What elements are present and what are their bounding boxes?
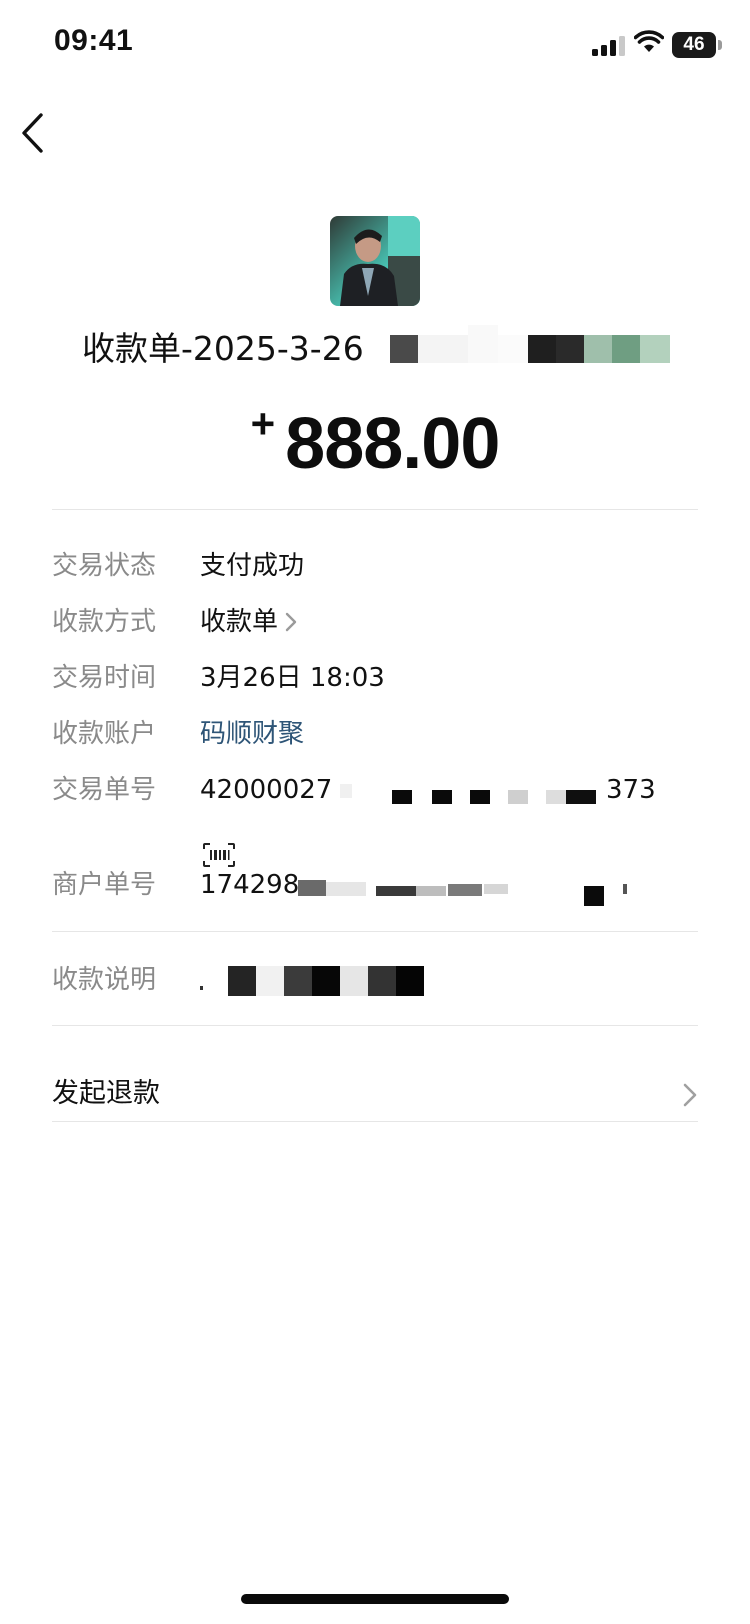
chevron-right-icon xyxy=(683,1083,697,1107)
divider xyxy=(52,931,698,932)
divider xyxy=(52,1025,698,1026)
txn-redaction xyxy=(340,780,610,810)
home-indicator[interactable] xyxy=(241,1594,509,1604)
status-value: 支付成功 xyxy=(200,551,305,581)
status-bar: 09:41 46 xyxy=(0,0,750,90)
amount: +888.00 xyxy=(0,400,750,485)
avatar-photo xyxy=(330,216,420,306)
time-label: 交易时间 xyxy=(52,663,157,693)
merchant-redaction xyxy=(298,874,658,906)
merchant-label: 商户单号 xyxy=(52,870,157,900)
method-link[interactable]: 收款单 xyxy=(200,604,298,640)
divider xyxy=(52,509,698,510)
avatar xyxy=(330,216,420,306)
account-label: 收款账户 xyxy=(52,719,157,749)
amount-sign: + xyxy=(250,400,276,447)
cellular-signal-icon xyxy=(592,36,625,56)
amount-value: 888.00 xyxy=(285,404,500,484)
refund-button[interactable]: 发起退款 xyxy=(52,1068,698,1122)
note-redaction xyxy=(200,966,430,996)
payee-title: 收款单-2025-3-26 xyxy=(82,329,364,368)
txn-label: 交易单号 xyxy=(52,775,157,805)
wifi-icon xyxy=(634,30,664,52)
method-value: 收款单 xyxy=(200,607,279,637)
method-label: 收款方式 xyxy=(52,607,157,637)
txn-prefix: 42000027 xyxy=(200,775,333,805)
merchant-prefix: 174298 xyxy=(200,870,300,900)
time-value: 3月26日 18:03 xyxy=(200,663,385,693)
chevron-left-icon xyxy=(22,113,43,153)
refund-label: 发起退款 xyxy=(52,1078,160,1109)
note-label: 收款说明 xyxy=(52,965,157,995)
redaction-mosaic xyxy=(390,325,710,363)
chevron-right-icon xyxy=(285,612,297,632)
battery-tip xyxy=(718,40,722,50)
status-time: 09:41 xyxy=(54,24,134,57)
payee-title-row: 收款单-2025-3-26 xyxy=(82,325,682,371)
barcode-icon[interactable] xyxy=(202,842,236,868)
divider xyxy=(52,1121,698,1122)
status-label: 交易状态 xyxy=(52,551,157,581)
back-button[interactable] xyxy=(10,108,60,158)
txn-suffix: 373 xyxy=(606,775,656,805)
account-value[interactable]: 码顺财聚 xyxy=(200,716,304,752)
battery-indicator: 46 xyxy=(672,32,716,58)
